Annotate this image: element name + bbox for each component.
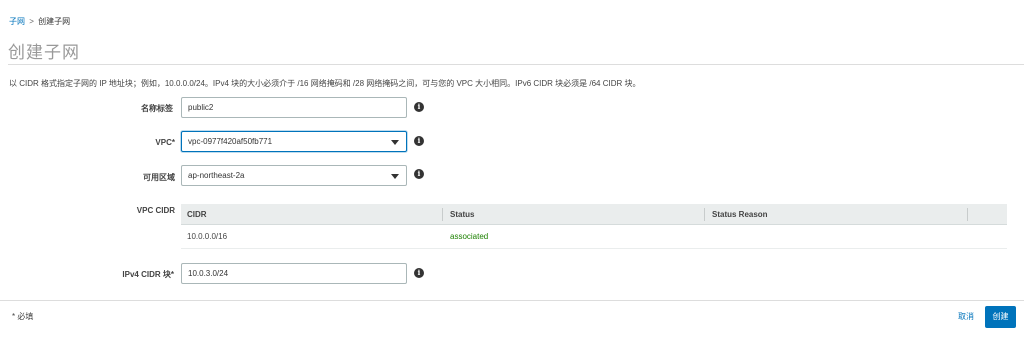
name-tag-info-icon[interactable]: i xyxy=(414,102,424,112)
vpc-label: VPC* xyxy=(5,138,175,147)
ipv4-cidr-input[interactable]: 10.0.3.0/24 xyxy=(181,263,407,284)
cidr-cell: 10.0.0.0/16 xyxy=(187,232,228,241)
vpc-label-text: VPC xyxy=(155,138,172,147)
status-reason-cell xyxy=(706,225,712,249)
cidr-description: 以 CIDR 格式指定子网的 IP 地址块；例如，10.0.0.0/24。IPv… xyxy=(9,79,641,88)
table-header: CIDR Status Status Reason xyxy=(181,204,1007,225)
caret-down-icon xyxy=(391,140,399,145)
az-label: 可用区域 xyxy=(143,173,175,182)
column-header-cidr: CIDR xyxy=(187,210,207,219)
column-header-status-reason: Status Reason xyxy=(712,210,768,219)
breadcrumb: 子网 > 创建子网 xyxy=(9,16,70,27)
required-note: * 必填 xyxy=(12,312,34,321)
vpc-info-icon[interactable]: i xyxy=(414,136,424,146)
column-divider xyxy=(704,208,705,221)
vpc-select[interactable]: vpc-0977f420af50fb771 xyxy=(181,131,407,152)
ipv4-cidr-info-icon[interactable]: i xyxy=(414,268,424,278)
az-select-value: ap-northeast-2a xyxy=(188,171,245,180)
az-select[interactable]: ap-northeast-2a xyxy=(181,165,407,186)
status-cell: associated xyxy=(450,232,489,241)
title-divider xyxy=(8,64,1024,65)
caret-down-icon xyxy=(391,174,399,179)
name-tag-label: 名称标签 xyxy=(141,104,173,113)
ipv4-cidr-label: IPv4 CIDR 块* xyxy=(4,269,174,280)
breadcrumb-current: 创建子网 xyxy=(38,17,71,26)
ipv4-cidr-required-mark: * xyxy=(170,270,174,279)
ipv4-cidr-label-text: IPv4 CIDR 块 xyxy=(122,270,171,279)
breadcrumb-separator: > xyxy=(29,17,34,26)
column-header-status: Status xyxy=(450,210,475,219)
vpc-cidr-table: CIDR Status Status Reason 10.0.0.0/16 as… xyxy=(181,204,1007,249)
breadcrumb-subnets-link[interactable]: 子网 xyxy=(9,17,25,26)
table-row: 10.0.0.0/16 associated xyxy=(181,225,1007,249)
az-info-icon[interactable]: i xyxy=(414,169,424,179)
column-divider xyxy=(967,208,968,221)
vpc-select-value: vpc-0977f420af50fb771 xyxy=(188,137,273,146)
name-tag-input[interactable]: public2 xyxy=(181,97,407,118)
page-title: 创建子网 xyxy=(8,43,80,62)
footer-divider xyxy=(0,300,1024,301)
cancel-button[interactable]: 取消 xyxy=(950,306,982,328)
vpc-required-mark: * xyxy=(171,138,175,147)
vpc-cidr-label: VPC CIDR xyxy=(136,206,175,215)
create-button[interactable]: 创建 xyxy=(985,306,1016,328)
column-divider xyxy=(442,208,443,221)
